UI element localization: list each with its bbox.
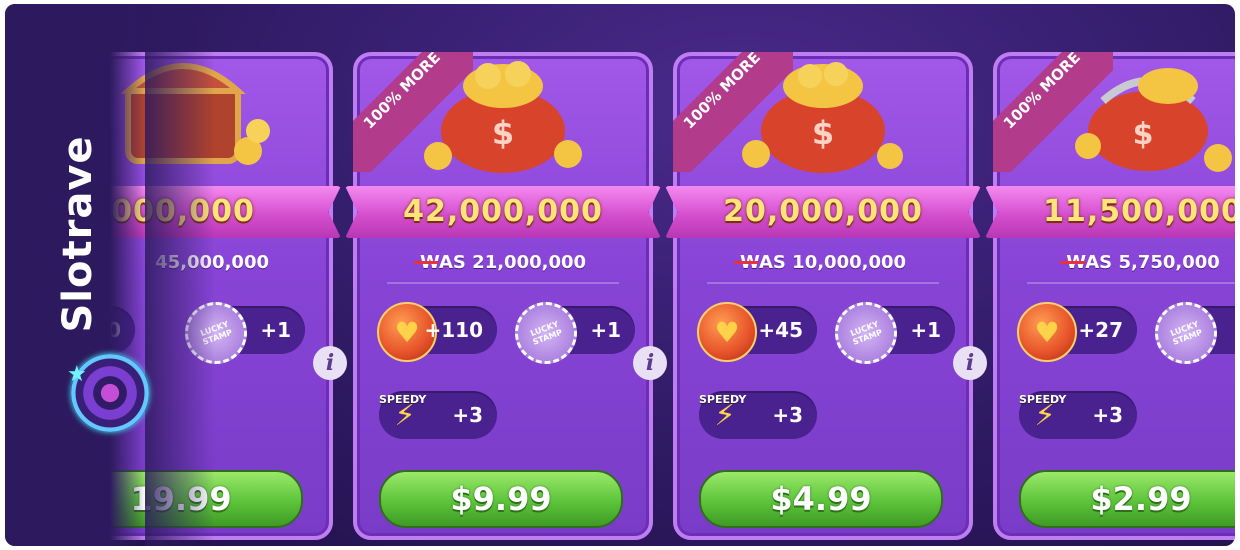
- lucky-stamp-icon: LUCKY STAMP: [835, 302, 897, 364]
- divider: [387, 282, 619, 284]
- lucky-stamp-icon: LUCKY STAMP: [1155, 302, 1217, 364]
- coin-bag-icon: $: [424, 61, 582, 173]
- heart-icon: ♥: [697, 302, 757, 362]
- lucky-stamp-perk: LUCKY STAMP +1: [515, 302, 635, 364]
- lucky-stamp-perk: LUCKY STAMP +1: [835, 302, 955, 364]
- brand-sidebar: Slotrave ★: [5, 4, 149, 546]
- info-icon[interactable]: i: [633, 346, 667, 380]
- coin-amount-ribbon: 42,000,000: [345, 186, 661, 238]
- buy-button-1[interactable]: $9.99: [379, 470, 623, 528]
- speedy-perk: ⚡ SPEEDY +3: [1019, 391, 1137, 439]
- coin-purse-icon: $: [1075, 68, 1232, 172]
- offer-card-2[interactable]: 100% MORE $ 20,000,000 WAS 10,000,000 ♥ …: [665, 52, 987, 540]
- svg-text:$: $: [492, 114, 514, 152]
- offer-card-3[interactable]: 100% MORE $ 11,500,000 WAS 5,750,000 ♥ +…: [985, 52, 1235, 540]
- info-icon[interactable]: i: [953, 346, 987, 380]
- coin-bag-icon: $: [742, 62, 903, 173]
- heart-perk: ♥ +45: [697, 302, 817, 362]
- was-price: WAS 21,000,000: [419, 252, 587, 273]
- svg-text:$: $: [812, 114, 834, 152]
- info-icon[interactable]: i: [313, 346, 347, 380]
- heart-perk: ♥ +110: [377, 302, 497, 362]
- speedy-perk: ⚡ SPEEDY +3: [699, 391, 817, 439]
- lucky-stamp-icon: LUCKY STAMP: [515, 302, 577, 364]
- buy-button-3[interactable]: $2.99: [1019, 470, 1235, 528]
- coin-amount-ribbon: 11,500,000: [985, 186, 1235, 238]
- was-price: WAS 10,000,000: [739, 252, 907, 273]
- buy-button-2[interactable]: $4.99: [699, 470, 943, 528]
- game-shop-frame: 000,000 45,000,000 60 LUCKY STAMP +1 3 i…: [5, 4, 1235, 546]
- brand-name: Slotrave: [55, 135, 101, 333]
- offer-card-1[interactable]: 100% MORE $ 42,000,000 WAS 21,000,000 ♥ …: [345, 52, 667, 540]
- divider: [1027, 282, 1235, 284]
- heart-perk: ♥ +27: [1017, 302, 1137, 362]
- speedy-icon: ⚡ SPEEDY: [699, 393, 747, 433]
- speedy-icon: ⚡ SPEEDY: [379, 393, 427, 433]
- was-price: WAS 5,750,000: [1066, 252, 1220, 273]
- speedy-perk: ⚡ SPEEDY +3: [379, 391, 497, 439]
- heart-icon: ♥: [1017, 302, 1077, 362]
- coin-amount-ribbon: 20,000,000: [665, 186, 981, 238]
- lucky-stamp-perk: LUCKY STAMP +: [1155, 302, 1235, 364]
- brand-logo-icon: ★: [67, 354, 149, 432]
- svg-text:$: $: [1133, 117, 1154, 152]
- fade-overlay: [145, 4, 215, 546]
- speedy-icon: ⚡ SPEEDY: [1019, 393, 1067, 433]
- divider: [707, 282, 939, 284]
